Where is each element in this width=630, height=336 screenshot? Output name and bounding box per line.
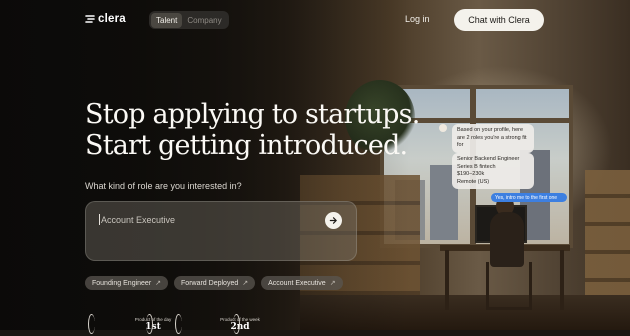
chip-forward-deployed[interactable]: Forward Deployed ↗: [174, 276, 256, 290]
award-product-of-week: Product of the week 2nd: [175, 314, 260, 336]
headline-line-2: Start getting introduced.: [85, 130, 408, 161]
arrow-up-right-icon: ↗: [329, 280, 336, 287]
chat-with-clera-button[interactable]: Chat with Clera: [454, 9, 544, 31]
top-nav: clera Talent Company Log in Chat with Cl…: [0, 0, 630, 40]
suggestion-chips: Founding Engineer ↗ Forward Deployed ↗ A…: [85, 276, 343, 290]
logo[interactable]: clera: [85, 13, 126, 25]
user-message-text: Yes, intro me to the first one: [495, 194, 558, 201]
toggle-company[interactable]: Company: [182, 13, 226, 28]
role-input-placeholder: Account Executive: [101, 215, 176, 225]
laurel-icon: [88, 314, 95, 334]
arrow-right-icon: [329, 217, 337, 224]
job-company: Series B fintech: [457, 163, 496, 170]
job-location: Remote (US): [457, 178, 490, 185]
arrow-up-right-icon: ↗: [155, 280, 162, 287]
laurel-icon: [146, 314, 153, 334]
brand-name: clera: [98, 13, 126, 25]
job-title: Senior Backend Engineer: [457, 156, 520, 162]
chip-label: Forward Deployed: [181, 279, 239, 287]
arrow-up-right-icon: ↗: [242, 280, 249, 287]
toggle-talent[interactable]: Talent: [151, 12, 183, 28]
laurel-icon: [175, 314, 182, 334]
audience-toggle: Talent Company: [149, 11, 229, 29]
laurel-icon: [233, 314, 240, 334]
award-product-of-day: Product of the day 1st: [88, 314, 171, 336]
chip-label: Founding Engineer: [92, 279, 152, 287]
awards: Product of the day 1st Product of the we…: [88, 314, 260, 336]
assistant-message: Based on your profile, here are 2 roles …: [452, 124, 534, 153]
award-rank: 2nd: [230, 322, 250, 332]
assistant-message-text: Based on your profile, here are 2 roles …: [457, 127, 527, 148]
send-button[interactable]: [325, 212, 342, 229]
chip-label: Account Executive: [268, 279, 326, 287]
role-input[interactable]: Account Executive: [85, 201, 357, 261]
text-caret: [99, 214, 100, 225]
job-salary: $190–230k: [457, 171, 485, 177]
user-message: Yes, intro me to the first one: [491, 193, 567, 202]
assistant-avatar: [439, 124, 447, 132]
chip-founding-engineer[interactable]: Founding Engineer ↗: [85, 276, 169, 290]
headline-line-1: Stop applying to startups.: [85, 99, 420, 130]
job-card: Senior Backend Engineer Series B fintech…: [452, 153, 534, 189]
login-link[interactable]: Log in: [405, 14, 430, 24]
chip-account-executive[interactable]: Account Executive ↗: [261, 276, 343, 290]
hero-headline: Stop applying to startups. Start getting…: [85, 99, 420, 161]
role-question: What kind of role are you interested in?: [85, 181, 242, 191]
clera-logo-icon: [85, 14, 95, 24]
